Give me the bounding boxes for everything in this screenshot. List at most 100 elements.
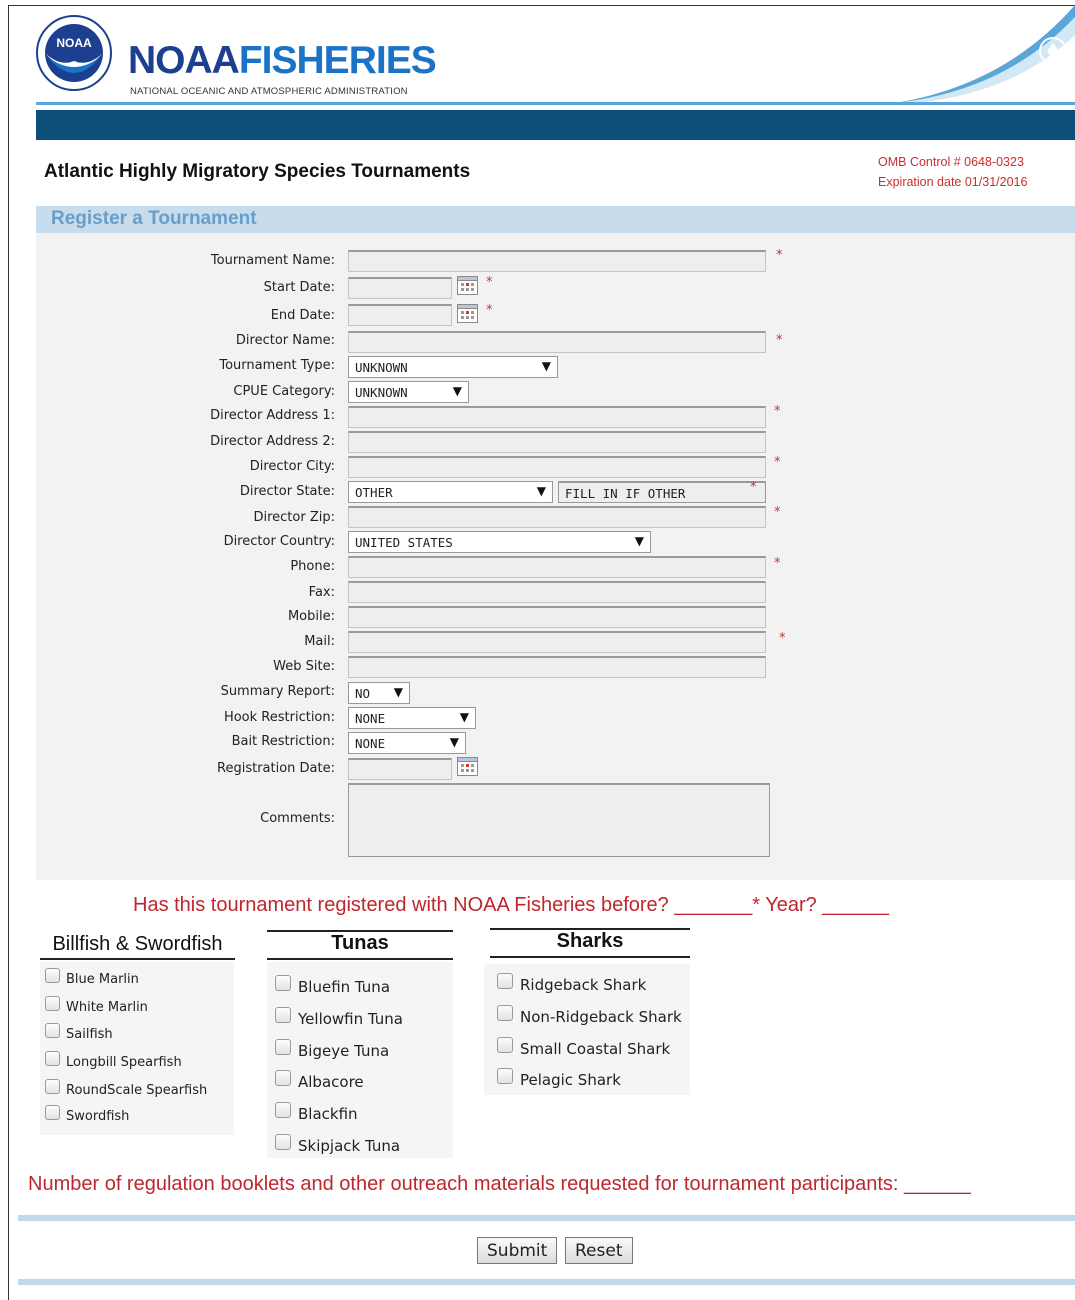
booklets-request-text: Number of regulation booklets and other … — [28, 1173, 971, 1195]
required-marker: * — [774, 505, 781, 520]
longbill-spearfish-checkbox[interactable] — [45, 1051, 60, 1066]
phone-input[interactable] — [348, 556, 766, 578]
checkbox-label: Sailfish — [66, 1027, 113, 1042]
checkbox-label: Yellowfin Tuna — [298, 1010, 403, 1028]
end-date-input[interactable] — [348, 304, 452, 326]
bait-restriction-select[interactable]: NONE ▼ — [348, 732, 466, 754]
small-coastal-shark-checkbox[interactable] — [497, 1037, 513, 1053]
cpue-category-label: CPUE Category: — [233, 384, 335, 399]
fax-input[interactable] — [348, 581, 766, 603]
bluefin-tuna-checkbox[interactable] — [275, 975, 291, 991]
required-marker: * — [776, 248, 783, 263]
dropdown-arrow-icon: ▼ — [393, 685, 403, 699]
yellowfin-tuna-checkbox[interactable] — [275, 1007, 291, 1023]
checkbox-label: Bluefin Tuna — [298, 978, 391, 996]
calendar-icon[interactable] — [457, 304, 478, 323]
bigeye-tuna-checkbox[interactable] — [275, 1039, 291, 1055]
cpue-category-value: UNKNOWN — [355, 385, 408, 400]
checkbox-label: Longbill Spearfish — [66, 1055, 182, 1070]
calendar-icon[interactable] — [457, 276, 478, 295]
website-label: Web Site: — [273, 659, 335, 674]
required-marker: * — [486, 275, 493, 290]
roundscale-spearfish-checkbox[interactable] — [45, 1079, 60, 1094]
blue-marlin-checkbox[interactable] — [45, 968, 60, 983]
hook-restriction-select[interactable]: NONE ▼ — [348, 707, 476, 729]
director-zip-input[interactable] — [348, 506, 766, 528]
required-marker: * — [774, 404, 781, 419]
required-marker: * — [774, 556, 781, 571]
dropdown-arrow-icon: ▼ — [459, 710, 469, 724]
director-name-input[interactable] — [348, 331, 766, 353]
mail-label: Mail: — [304, 634, 335, 649]
sharks-group-title: Sharks — [490, 928, 690, 958]
end-date-label: End Date: — [270, 308, 335, 323]
checkbox-label: White Marlin — [66, 1000, 148, 1015]
comments-textarea[interactable] — [348, 783, 770, 857]
omb-notice: OMB Control # 0648-0323 Expiration date … — [878, 152, 1027, 192]
summary-report-select[interactable]: NO ▼ — [348, 682, 410, 704]
mail-input[interactable] — [348, 631, 766, 653]
skipjack-tuna-checkbox[interactable] — [275, 1134, 291, 1150]
comments-label: Comments: — [260, 811, 335, 826]
blackfin-checkbox[interactable] — [275, 1102, 291, 1118]
reset-button[interactable]: Reset — [565, 1237, 633, 1264]
director-city-input[interactable] — [348, 456, 766, 478]
checkbox-label: Ridgeback Shark — [520, 976, 647, 994]
summary-report-label: Summary Report: — [220, 684, 335, 699]
director-address1-input[interactable] — [348, 406, 766, 428]
director-zip-label: Director Zip: — [253, 510, 335, 525]
checkbox-label: Blackfin — [298, 1105, 358, 1123]
sailfish-checkbox[interactable] — [45, 1023, 60, 1038]
state-other-input[interactable]: FILL IN IF OTHER — [558, 481, 766, 503]
white-marlin-checkbox[interactable] — [45, 996, 60, 1011]
registration-date-input[interactable] — [348, 758, 452, 780]
swordfish-checkbox[interactable] — [45, 1105, 60, 1120]
calendar-icon[interactable] — [457, 757, 478, 776]
required-marker: * — [486, 303, 493, 318]
section-title: Register a Tournament — [51, 208, 257, 229]
albacore-checkbox[interactable] — [275, 1070, 291, 1086]
footer-divider-top — [18, 1215, 1075, 1221]
tournament-type-label: Tournament Type: — [219, 358, 335, 373]
required-marker: * — [750, 480, 757, 495]
section-header: Register a Tournament — [36, 206, 1075, 233]
omb-control-number: OMB Control # 0648-0323 — [878, 155, 1024, 169]
director-state-label: Director State: — [239, 484, 335, 499]
noaa-fisheries-logo[interactable]: NOAA NOAAFISHERIES NATIONAL OCEANIC AND … — [36, 13, 437, 99]
hook-restriction-value: NONE — [355, 711, 386, 726]
billfish-group-title: Billfish & Swordfish — [40, 933, 235, 960]
checkbox-label: Small Coastal Shark — [520, 1040, 671, 1058]
director-address2-label: Director Address 2: — [210, 434, 335, 449]
page-title: Atlantic Highly Migratory Species Tourna… — [44, 161, 471, 182]
website-input[interactable] — [348, 656, 766, 678]
checkbox-label: Swordfish — [66, 1109, 130, 1124]
mobile-input[interactable] — [348, 606, 766, 628]
director-city-label: Director City: — [249, 459, 335, 474]
state-other-text: FILL IN IF OTHER — [565, 486, 686, 501]
director-state-select[interactable]: OTHER ▼ — [348, 481, 553, 503]
required-marker: * — [774, 455, 781, 470]
tournament-type-select[interactable]: UNKNOWN ▼ — [348, 356, 558, 378]
dropdown-arrow-icon: ▼ — [449, 735, 459, 749]
checkbox-label: Skipjack Tuna — [298, 1137, 401, 1155]
checkbox-label: Bigeye Tuna — [298, 1042, 390, 1060]
pelagic-shark-checkbox[interactable] — [497, 1068, 513, 1084]
checkbox-label: Pelagic Shark — [520, 1071, 621, 1089]
expiration-date: Expiration date 01/31/2016 — [878, 175, 1028, 189]
cpue-category-select[interactable]: UNKNOWN ▼ — [348, 381, 469, 403]
footer-divider-bottom — [18, 1279, 1075, 1285]
director-name-label: Director Name: — [235, 333, 335, 348]
brand-subtitle: NATIONAL OCEANIC AND ATMOSPHERIC ADMINIS… — [130, 86, 408, 97]
start-date-input[interactable] — [348, 277, 452, 299]
tournament-name-input[interactable] — [348, 250, 766, 272]
mobile-label: Mobile: — [287, 609, 335, 624]
director-address1-label: Director Address 1: — [210, 408, 335, 423]
hook-restriction-label: Hook Restriction: — [223, 710, 335, 725]
director-country-select[interactable]: UNITED STATES ▼ — [348, 531, 651, 553]
checkbox-label: Non-Ridgeback Shark — [520, 1008, 682, 1026]
director-country-label: Director Country: — [223, 534, 335, 549]
ridgeback-shark-checkbox[interactable] — [497, 973, 513, 989]
submit-button[interactable]: Submit — [477, 1237, 558, 1264]
director-address2-input[interactable] — [348, 431, 766, 453]
non-ridgeback-shark-checkbox[interactable] — [497, 1005, 513, 1021]
